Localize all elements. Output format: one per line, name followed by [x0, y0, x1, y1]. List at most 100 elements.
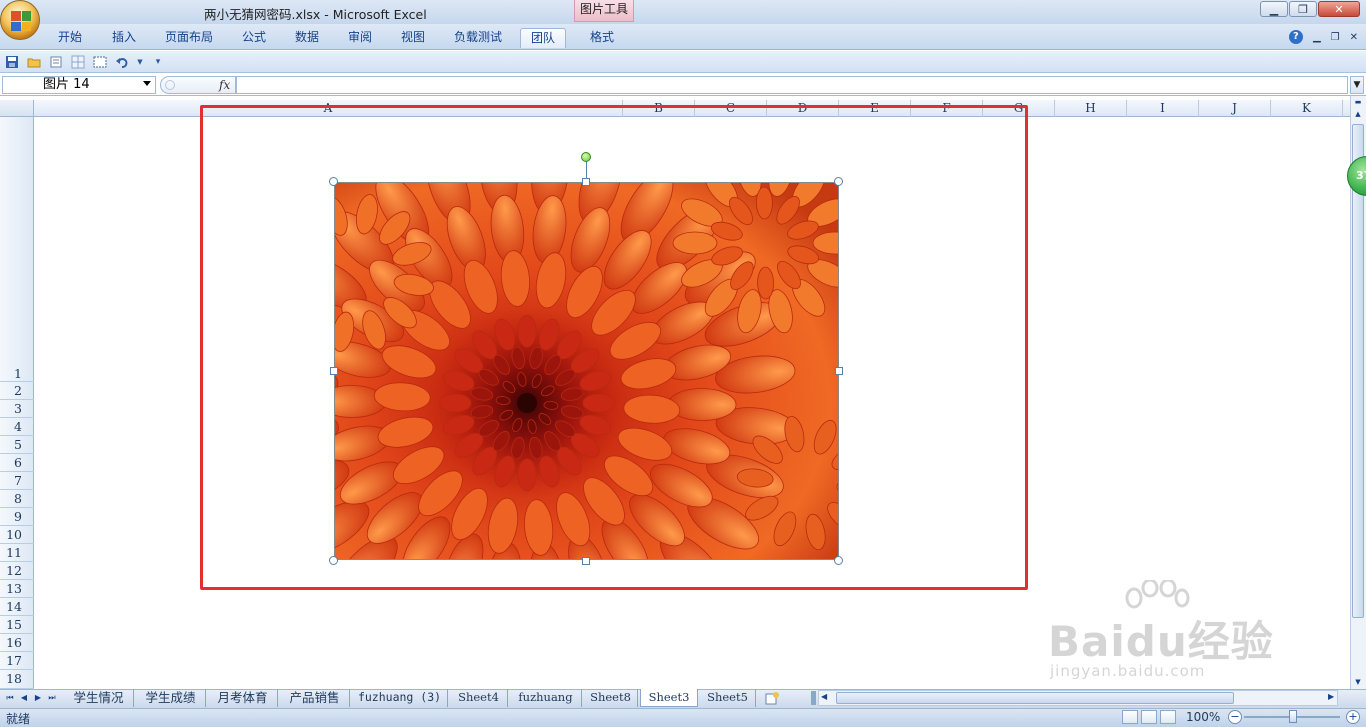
first-sheet-icon[interactable]: ⏮ — [4, 692, 16, 704]
sheet-tab-9-active[interactable]: Sheet3 — [640, 689, 698, 707]
resize-handle-bottom-right[interactable] — [834, 556, 843, 565]
close-button[interactable]: ✕ — [1318, 1, 1360, 17]
flower-image — [335, 183, 838, 559]
page-layout-view-icon[interactable] — [1141, 710, 1157, 724]
ribbon-close-icon[interactable]: ✕ — [1350, 32, 1358, 43]
sheet-tab-2[interactable]: 学生成绩 — [136, 689, 206, 707]
scroll-left-icon[interactable]: ◀ — [821, 692, 827, 701]
zoom-in-icon[interactable]: + — [1346, 710, 1360, 724]
resize-handle-top[interactable] — [582, 178, 590, 186]
vertical-scroll-thumb[interactable] — [1352, 124, 1364, 618]
row-header-1[interactable]: 1 — [0, 117, 34, 382]
sheet-tab-10[interactable]: Sheet5 — [700, 689, 756, 707]
row-header-15[interactable]: 15 — [0, 616, 34, 634]
tab-view[interactable]: 视图 — [393, 28, 433, 48]
row-header-17[interactable]: 17 — [0, 652, 34, 670]
next-sheet-icon[interactable]: ▶ — [32, 692, 44, 704]
formula-bar-handle-icon[interactable] — [165, 80, 175, 90]
row-header-18[interactable]: 18 — [0, 670, 34, 689]
sheet-tab-5[interactable]: fuzhuang (3) — [352, 689, 448, 707]
sheet-tab-1[interactable]: 学生情况 — [64, 689, 134, 707]
tab-split-handle[interactable] — [811, 691, 816, 705]
sheet-tab-4[interactable]: 产品销售 — [280, 689, 350, 707]
column-header-i[interactable]: I — [1127, 100, 1199, 117]
status-text: 就绪 — [6, 712, 31, 726]
resize-handle-bottom-left[interactable] — [329, 556, 338, 565]
sheet-tab-3[interactable]: 月考体育 — [208, 689, 278, 707]
scroll-right-icon[interactable]: ▶ — [1328, 692, 1334, 701]
name-box-dropdown-icon[interactable] — [143, 81, 151, 86]
last-sheet-icon[interactable]: ⏭ — [46, 692, 58, 704]
tab-page-layout[interactable]: 页面布局 — [158, 28, 220, 48]
row-header-6[interactable]: 6 — [0, 454, 34, 472]
open-folder-icon[interactable] — [26, 54, 42, 70]
row-header-10[interactable]: 10 — [0, 526, 34, 544]
office-logo-icon — [11, 11, 31, 31]
help-icon[interactable]: ? — [1288, 30, 1303, 44]
undo-dropdown-icon[interactable]: ▼ — [136, 54, 144, 70]
resize-handle-bottom[interactable] — [582, 557, 590, 565]
rotate-handle[interactable] — [581, 152, 591, 162]
tab-data[interactable]: 数据 — [287, 28, 327, 48]
sheet-tab-8[interactable]: Sheet8 — [584, 689, 638, 707]
expand-formula-bar-icon[interactable]: ▼ — [1350, 76, 1364, 94]
formula-input[interactable] — [236, 76, 1348, 94]
column-header-k[interactable]: K — [1271, 100, 1343, 117]
ribbon-restore-icon[interactable]: ❐ — [1331, 32, 1340, 43]
column-header-j[interactable]: J — [1199, 100, 1271, 117]
row-header-4[interactable]: 4 — [0, 418, 34, 436]
minimize-icon: ▁ — [1269, 2, 1279, 16]
normal-view-icon[interactable] — [1122, 710, 1138, 724]
scroll-down-icon[interactable]: ▼ — [1353, 678, 1363, 688]
office-button[interactable] — [0, 0, 40, 40]
row-header-16[interactable]: 16 — [0, 634, 34, 652]
print-preview-icon[interactable] — [48, 54, 64, 70]
row-header-5[interactable]: 5 — [0, 436, 34, 454]
tab-format[interactable]: 格式 — [582, 28, 622, 48]
resize-handle-top-right[interactable] — [834, 177, 843, 186]
tab-load-test[interactable]: 负载测试 — [447, 28, 509, 48]
row-header-11[interactable]: 11 — [0, 544, 34, 562]
formula-controls: fx — [160, 76, 236, 94]
zoom-level[interactable]: 100% — [1186, 710, 1220, 724]
column-header-h[interactable]: H — [1055, 100, 1127, 117]
row-header-2[interactable]: 2 — [0, 382, 34, 400]
tab-home[interactable]: 开始 — [50, 28, 90, 48]
restore-button[interactable]: ❐ — [1289, 1, 1317, 17]
row-header-9[interactable]: 9 — [0, 508, 34, 526]
customize-qat-icon[interactable]: ▾ — [150, 54, 166, 70]
minimize-button[interactable]: ▁ — [1260, 1, 1288, 17]
resize-handle-top-left[interactable] — [329, 177, 338, 186]
prev-sheet-icon[interactable]: ◀ — [18, 692, 30, 704]
page-setup-icon[interactable] — [92, 54, 108, 70]
sheet-tab-6[interactable]: Sheet4 — [450, 689, 508, 707]
row-header-3[interactable]: 3 — [0, 400, 34, 418]
row-header-12[interactable]: 12 — [0, 562, 34, 580]
split-box-icon[interactable]: ▬ — [1353, 98, 1363, 108]
row-header-8[interactable]: 8 — [0, 490, 34, 508]
tab-formulas[interactable]: 公式 — [234, 28, 274, 48]
resize-handle-right[interactable] — [835, 367, 843, 375]
freeze-panes-icon[interactable] — [70, 54, 86, 70]
zoom-out-icon[interactable]: − — [1228, 710, 1242, 724]
page-break-view-icon[interactable] — [1160, 710, 1176, 724]
horizontal-scroll-thumb[interactable] — [836, 692, 1234, 704]
resize-handle-left[interactable] — [330, 367, 338, 375]
save-icon[interactable] — [4, 54, 20, 70]
tab-review[interactable]: 审阅 — [340, 28, 380, 48]
row-header-13[interactable]: 13 — [0, 580, 34, 598]
insert-function-icon[interactable]: fx — [219, 78, 230, 92]
undo-icon[interactable] — [114, 54, 130, 70]
name-box[interactable]: 图片 14 — [2, 76, 156, 94]
row-header-14[interactable]: 14 — [0, 598, 34, 616]
sheet-tab-7[interactable]: fuzhuang — [510, 689, 582, 707]
scroll-up-icon[interactable]: ▲ — [1353, 110, 1363, 120]
row-header-7[interactable]: 7 — [0, 472, 34, 490]
select-all-button[interactable] — [0, 100, 34, 117]
insert-sheet-icon[interactable] — [764, 691, 780, 705]
ribbon-minimize-icon[interactable]: ▁ — [1313, 32, 1321, 43]
zoom-slider-thumb[interactable] — [1289, 710, 1297, 723]
tab-team[interactable]: 团队 — [520, 28, 566, 48]
tab-insert[interactable]: 插入 — [104, 28, 144, 48]
chrysanthemum-picture[interactable] — [334, 182, 839, 560]
